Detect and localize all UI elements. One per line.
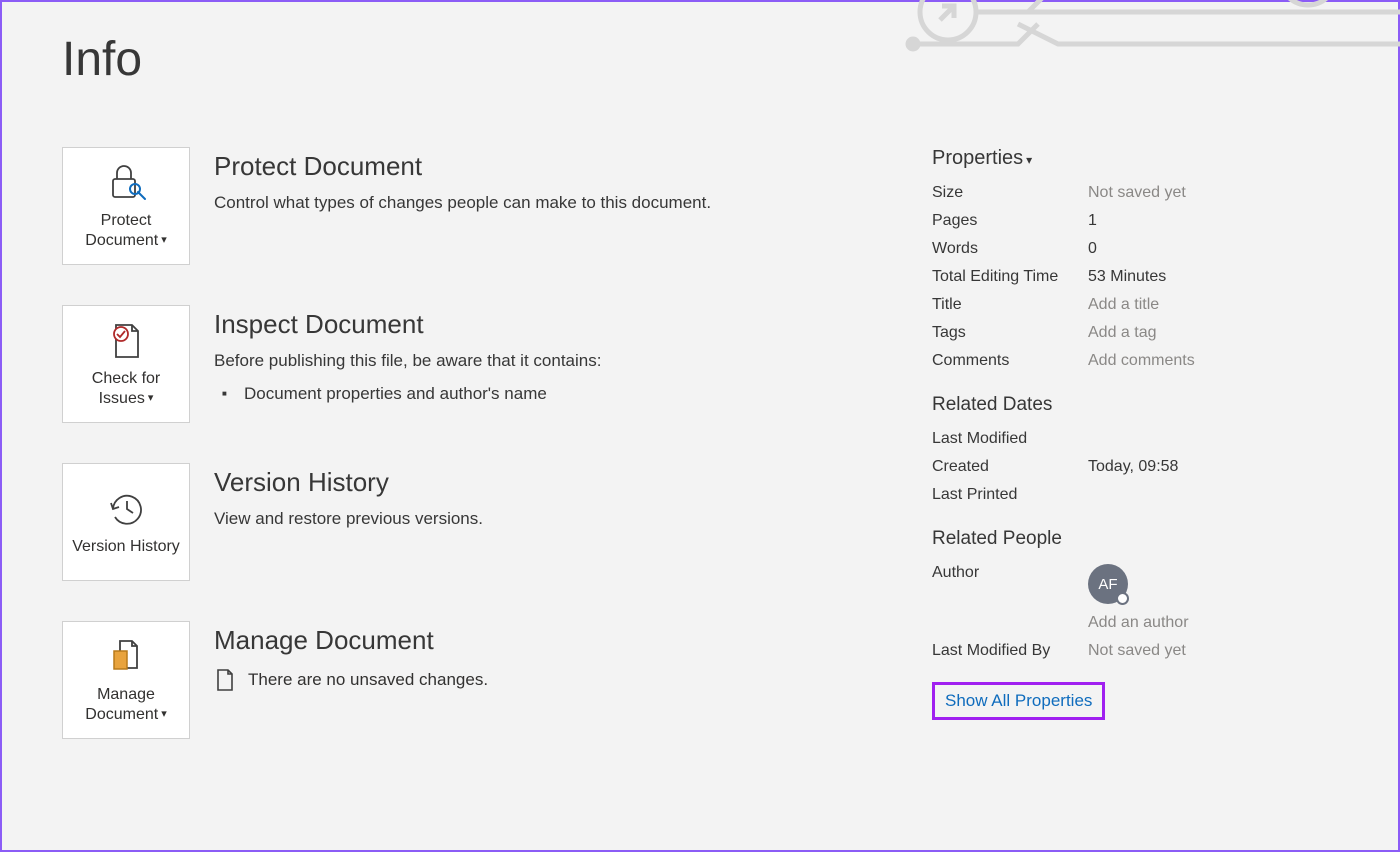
lock-key-icon	[105, 161, 147, 205]
inspect-heading: Inspect Document	[214, 309, 601, 340]
last-modified-label: Last Modified	[932, 430, 1088, 448]
manage-desc: There are no unsaved changes.	[248, 670, 488, 690]
manage-document-button[interactable]: Manage Document▾	[62, 621, 190, 739]
size-label: Size	[932, 184, 1088, 202]
protect-desc: Control what types of changes people can…	[214, 190, 711, 216]
chevron-down-icon: ▾	[1026, 153, 1032, 167]
size-value: Not saved yet	[1088, 184, 1186, 202]
info-main-column: Protect Document▾ Protect Document Contr…	[62, 147, 932, 779]
properties-panel: Properties▾ SizeNot saved yet Pages1 Wor…	[932, 147, 1352, 779]
author-avatar[interactable]: AF	[1088, 564, 1128, 604]
pages-label: Pages	[932, 212, 1088, 230]
protect-document-button[interactable]: Protect Document▾	[62, 147, 190, 265]
protect-heading: Protect Document	[214, 151, 711, 182]
history-clock-icon	[105, 487, 147, 531]
show-all-properties-link[interactable]: Show All Properties	[932, 682, 1105, 720]
last-printed-label: Last Printed	[932, 486, 1088, 504]
document-check-icon	[106, 319, 146, 363]
add-author-input[interactable]: Add an author	[1088, 614, 1189, 632]
created-label: Created	[932, 458, 1088, 476]
comments-input[interactable]: Add comments	[1088, 352, 1195, 370]
page-title: Info	[62, 32, 1398, 87]
manage-heading: Manage Document	[214, 625, 488, 656]
words-value: 0	[1088, 240, 1097, 258]
words-label: Words	[932, 240, 1088, 258]
pages-value: 1	[1088, 212, 1097, 230]
last-modified-by-label: Last Modified By	[932, 642, 1088, 660]
title-input[interactable]: Add a title	[1088, 296, 1159, 314]
comments-label: Comments	[932, 352, 1088, 370]
created-value: Today, 09:58	[1088, 458, 1178, 476]
document-icon	[214, 668, 236, 692]
version-history-button[interactable]: Version History	[62, 463, 190, 581]
inspect-issue-item: Document properties and author's name	[214, 380, 601, 409]
related-people-heading: Related People	[932, 528, 1352, 550]
chevron-down-icon: ▾	[161, 234, 167, 246]
tags-label: Tags	[932, 324, 1088, 342]
version-desc: View and restore previous versions.	[214, 506, 483, 532]
author-label: Author	[932, 564, 1088, 582]
tags-input[interactable]: Add a tag	[1088, 324, 1157, 342]
version-heading: Version History	[214, 467, 483, 498]
last-modified-by-value: Not saved yet	[1088, 642, 1186, 660]
presence-dot-icon	[1116, 592, 1129, 605]
check-for-issues-button[interactable]: Check for Issues▾	[62, 305, 190, 423]
title-label: Title	[932, 296, 1088, 314]
chevron-down-icon: ▾	[161, 708, 167, 720]
related-dates-heading: Related Dates	[932, 394, 1352, 416]
editing-time-label: Total Editing Time	[932, 268, 1088, 286]
chevron-down-icon: ▾	[148, 392, 154, 404]
inspect-desc: Before publishing this file, be aware th…	[214, 348, 601, 374]
document-stack-icon	[106, 635, 146, 679]
properties-dropdown[interactable]: Properties▾	[932, 147, 1352, 170]
editing-time-value: 53 Minutes	[1088, 268, 1166, 286]
